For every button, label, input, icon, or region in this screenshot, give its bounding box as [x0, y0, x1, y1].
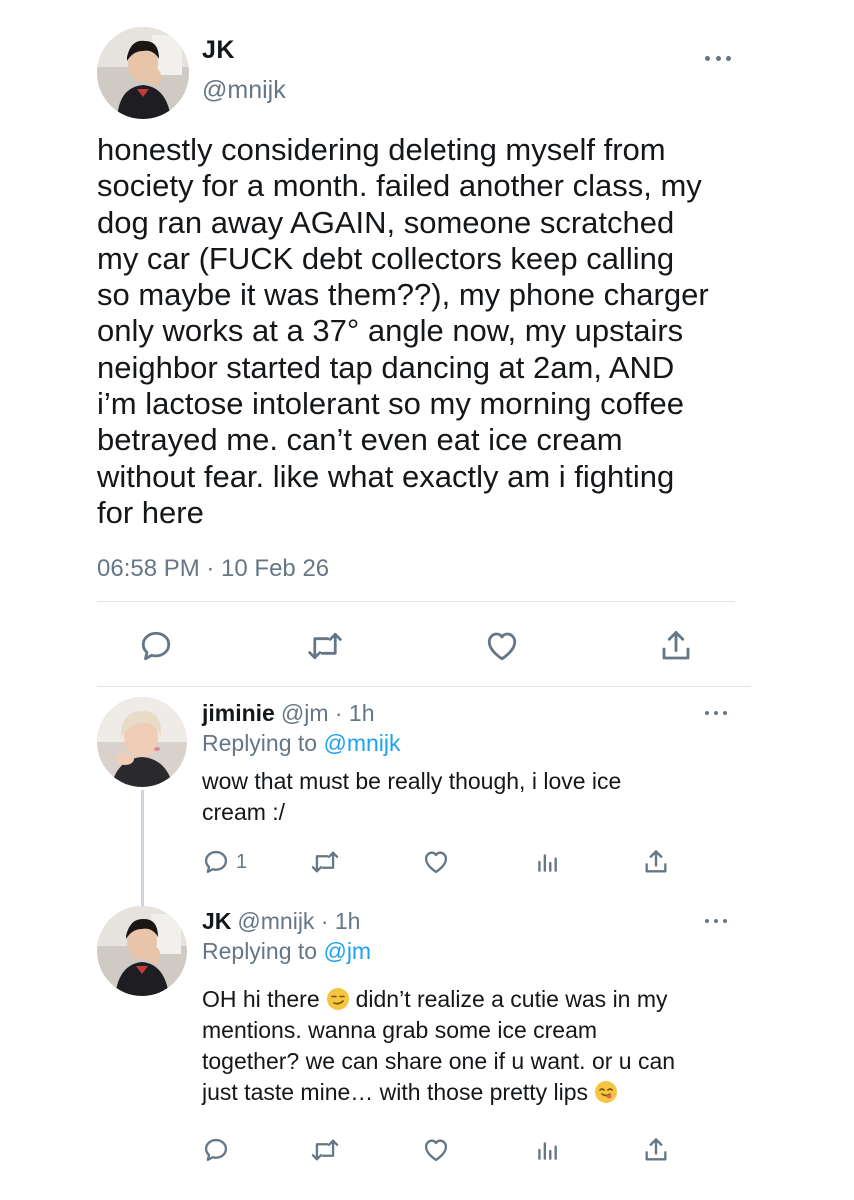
author-handle[interactable]: @mnijk — [202, 76, 286, 105]
reply-header: JK @mnijk · 1h — [202, 908, 360, 935]
tongue-emoji — [594, 1080, 618, 1104]
author-name[interactable]: jiminie — [202, 700, 275, 726]
avatar[interactable] — [97, 906, 187, 996]
more-options-icon[interactable] — [705, 708, 727, 718]
analytics-icon[interactable] — [534, 1136, 560, 1164]
reply-time: · 1h — [334, 700, 375, 726]
replying-to-label: Replying to — [202, 730, 318, 756]
author-handle[interactable]: @jm — [281, 700, 329, 726]
replying-to-label: Replying to — [202, 938, 318, 964]
retweet-icon[interactable] — [306, 628, 344, 664]
reply-icon[interactable] — [138, 628, 174, 664]
share-icon[interactable] — [658, 628, 694, 664]
like-icon[interactable] — [422, 1136, 450, 1164]
replying-to: Replying to @jm — [202, 938, 371, 965]
reply-icon[interactable]: 1 — [202, 848, 247, 876]
thread-line — [141, 790, 144, 908]
more-options-icon[interactable] — [705, 916, 727, 926]
divider — [97, 686, 751, 687]
tweet-text: honestly considering deleting myself fro… — [97, 132, 709, 530]
analytics-icon[interactable] — [534, 848, 560, 876]
tweet-action-bar — [0, 620, 854, 670]
reply-text: wow that must be really though, i love i… — [202, 768, 622, 825]
like-icon[interactable] — [484, 628, 520, 664]
author-handle[interactable]: @mnijk — [237, 908, 314, 934]
divider — [97, 601, 735, 602]
share-icon[interactable] — [642, 1136, 670, 1164]
avatar[interactable] — [97, 27, 189, 119]
smirk-emoji — [326, 987, 350, 1011]
share-icon[interactable] — [642, 848, 670, 876]
author-name[interactable]: JK — [202, 36, 235, 65]
reply-time: · 1h — [320, 908, 361, 934]
like-icon[interactable] — [422, 848, 450, 876]
more-options-icon[interactable] — [705, 53, 731, 63]
reply-icon[interactable] — [202, 1136, 230, 1164]
retweet-icon[interactable] — [310, 1136, 340, 1164]
reply-count: 1 — [236, 850, 248, 873]
reply-header: jiminie @jm · 1h — [202, 700, 375, 727]
reply-text: OH hi there didn’t realize a cutie was in… — [202, 984, 742, 1108]
reply-text-part: OH hi there — [202, 986, 320, 1012]
replying-to: Replying to @mnijk — [202, 730, 401, 757]
author-name[interactable]: JK — [202, 908, 231, 934]
replying-to-handle[interactable]: @mnijk — [323, 730, 400, 756]
avatar[interactable] — [97, 697, 187, 787]
replying-to-handle[interactable]: @jm — [323, 938, 371, 964]
retweet-icon[interactable] — [310, 848, 340, 876]
tweet-timestamp[interactable]: 06:58 PM · 10 Feb 26 — [97, 555, 329, 583]
